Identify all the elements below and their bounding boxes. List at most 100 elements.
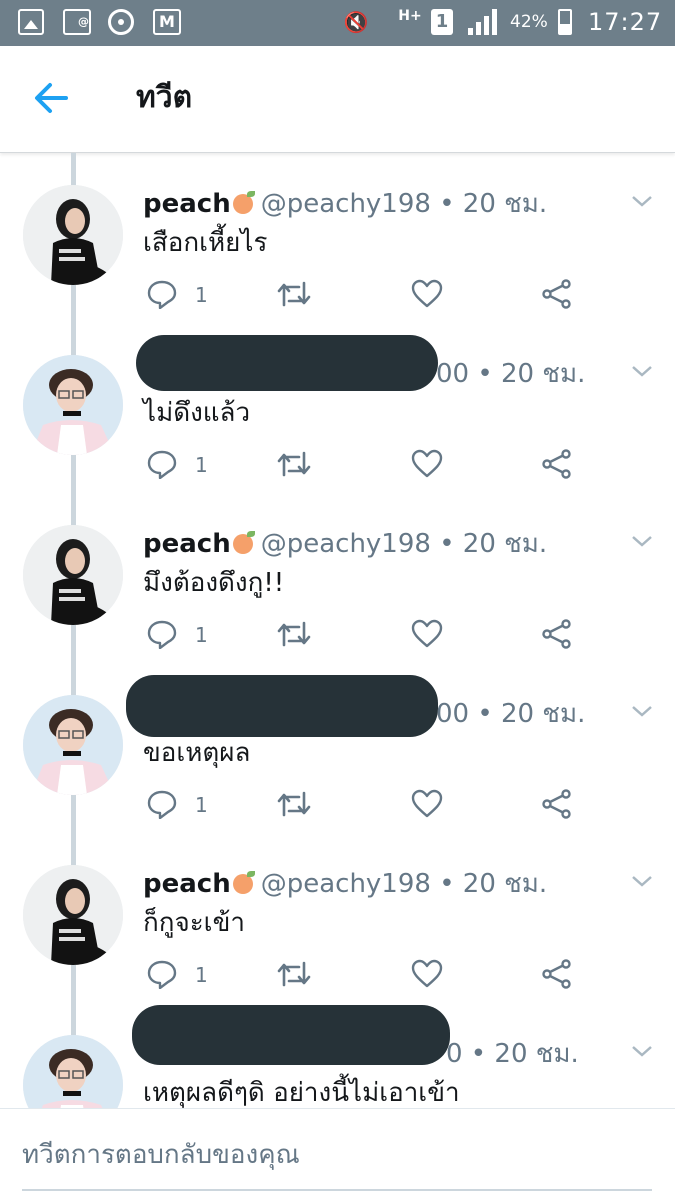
- tweet-header: peach @peachy198 • 20 ชม.: [143, 527, 547, 561]
- like-button[interactable]: [411, 279, 443, 311]
- share-icon: [542, 449, 571, 479]
- reply-input[interactable]: ทวีตการตอบกลับของคุณ: [22, 1135, 652, 1175]
- heart-icon: [411, 449, 443, 478]
- display-name[interactable]: peach: [143, 529, 231, 559]
- reply-count: 1: [195, 283, 208, 307]
- tweet[interactable]: 00 • 20 ชม. ขอเหตุผล 1: [0, 663, 675, 833]
- tweet[interactable]: 0 • 20 ชม. เหตุผลดีๆดิ อย่างนี้ไม่เอาเข้…: [0, 1003, 675, 1108]
- peach-emoji-icon: [232, 531, 255, 554]
- avatar[interactable]: [23, 865, 123, 965]
- tweet[interactable]: 00 • 20 ชม. ไม่ดึงแล้ว 1: [0, 323, 675, 493]
- handle-time: @peachy198 • 20 ชม.: [260, 189, 548, 219]
- reply-count: 1: [195, 623, 208, 647]
- handle-time: 00 • 20 ชม.: [436, 699, 586, 729]
- retweet-button[interactable]: [277, 619, 311, 651]
- mute-icon: 🔇: [343, 10, 369, 34]
- back-button[interactable]: [28, 78, 74, 118]
- avatar[interactable]: [23, 695, 123, 795]
- battery-icon: [558, 9, 572, 35]
- tweet-text: เหตุผลดีๆดิ อย่างนี้ไม่เอาเข้า: [143, 1078, 460, 1108]
- sim-indicator: 1: [431, 9, 453, 35]
- share-icon: [542, 959, 571, 989]
- reply-count: 1: [195, 793, 208, 817]
- reply-icon: [147, 620, 177, 650]
- retweet-icon: [277, 281, 311, 307]
- share-button[interactable]: [541, 449, 573, 481]
- tweet-header: peach @peachy198 • 20 ชม.: [143, 867, 547, 901]
- reply-count: 1: [195, 453, 208, 477]
- reply-button[interactable]: 1: [147, 959, 217, 991]
- share-button[interactable]: [541, 279, 573, 311]
- redaction-block: [136, 335, 438, 391]
- like-button[interactable]: [411, 449, 443, 481]
- tweet-text: เสือกเหี้ยไร: [143, 228, 268, 258]
- disc-icon: [108, 9, 134, 35]
- tweet-header: 0 • 20 ชม.: [446, 1037, 579, 1071]
- like-button[interactable]: [411, 619, 443, 651]
- tweet[interactable]: peach @peachy198 • 20 ชม. เสือกเหี้ยไร 1: [0, 153, 675, 323]
- share-icon: [542, 789, 571, 819]
- handle-time: 00 • 20 ชม.: [436, 359, 586, 389]
- handle-time: 0 • 20 ชม.: [446, 1039, 579, 1069]
- reply-button[interactable]: 1: [147, 279, 217, 311]
- avatar[interactable]: [23, 355, 123, 455]
- retweet-button[interactable]: [277, 789, 311, 821]
- clock: 17:27: [588, 8, 663, 36]
- status-bar: @ M 🔇 H+ 1 42% 17:27: [0, 0, 675, 46]
- handle-time: @peachy198 • 20 ชม.: [260, 869, 548, 899]
- reply-button[interactable]: 1: [147, 449, 217, 481]
- reply-button[interactable]: 1: [147, 789, 217, 821]
- reply-composer: ทวีตการตอบกลับของคุณ: [0, 1108, 675, 1201]
- tweet-header: peach @peachy198 • 20 ชม.: [143, 187, 547, 221]
- retweet-button[interactable]: [277, 449, 311, 481]
- reply-button[interactable]: 1: [147, 619, 217, 651]
- gmail-icon: M: [153, 9, 181, 35]
- share-button[interactable]: [541, 789, 573, 821]
- retweet-icon: [277, 451, 311, 477]
- redaction-block: [132, 1005, 450, 1065]
- reply-input-underline: [22, 1189, 652, 1191]
- chevron-down-icon[interactable]: [630, 873, 654, 889]
- heart-icon: [411, 959, 443, 988]
- display-name[interactable]: peach: [143, 869, 231, 899]
- retweet-icon: [277, 621, 311, 647]
- reply-count: 1: [195, 963, 208, 987]
- share-button[interactable]: [541, 959, 573, 991]
- chevron-down-icon[interactable]: [630, 703, 654, 719]
- avatar[interactable]: [23, 525, 123, 625]
- reply-icon: [147, 790, 177, 820]
- redaction-block: [126, 675, 438, 737]
- heart-icon: [411, 619, 443, 648]
- network-type: H+: [398, 8, 422, 24]
- gallery-icon: [18, 9, 44, 35]
- tweet-text: ขอเหตุผล: [143, 738, 251, 768]
- heart-icon: [411, 279, 443, 308]
- tweet-text: ไม่ดึงแล้ว: [143, 398, 251, 428]
- tweet[interactable]: peach @peachy198 • 20 ชม. มึงต้องดึงกู!! …: [0, 493, 675, 663]
- chevron-down-icon[interactable]: [630, 533, 654, 549]
- image-mention-icon: @: [63, 9, 91, 35]
- tweet-actions: 1: [143, 959, 583, 991]
- chevron-down-icon[interactable]: [630, 363, 654, 379]
- tweet-actions: 1: [143, 449, 583, 481]
- retweet-button[interactable]: [277, 279, 311, 311]
- share-icon: [542, 279, 571, 309]
- tweet-text: มึงต้องดึงกู!!: [143, 568, 285, 598]
- app-header: ทวีต: [0, 46, 675, 153]
- chevron-down-icon[interactable]: [630, 193, 654, 209]
- share-icon: [542, 619, 571, 649]
- share-button[interactable]: [541, 619, 573, 651]
- avatar[interactable]: [23, 1035, 123, 1108]
- tweet-actions: 1: [143, 279, 583, 311]
- back-arrow-icon: [35, 83, 68, 113]
- battery-percent: 42%: [510, 12, 548, 32]
- signal-icon: [468, 9, 502, 35]
- retweet-button[interactable]: [277, 959, 311, 991]
- display-name[interactable]: peach: [143, 189, 231, 219]
- chevron-down-icon[interactable]: [630, 1043, 654, 1059]
- peach-emoji-icon: [232, 871, 255, 894]
- like-button[interactable]: [411, 959, 443, 991]
- tweet[interactable]: peach @peachy198 • 20 ชม. ก็กูจะเข้า 1: [0, 833, 675, 1003]
- avatar[interactable]: [23, 185, 123, 285]
- like-button[interactable]: [411, 789, 443, 821]
